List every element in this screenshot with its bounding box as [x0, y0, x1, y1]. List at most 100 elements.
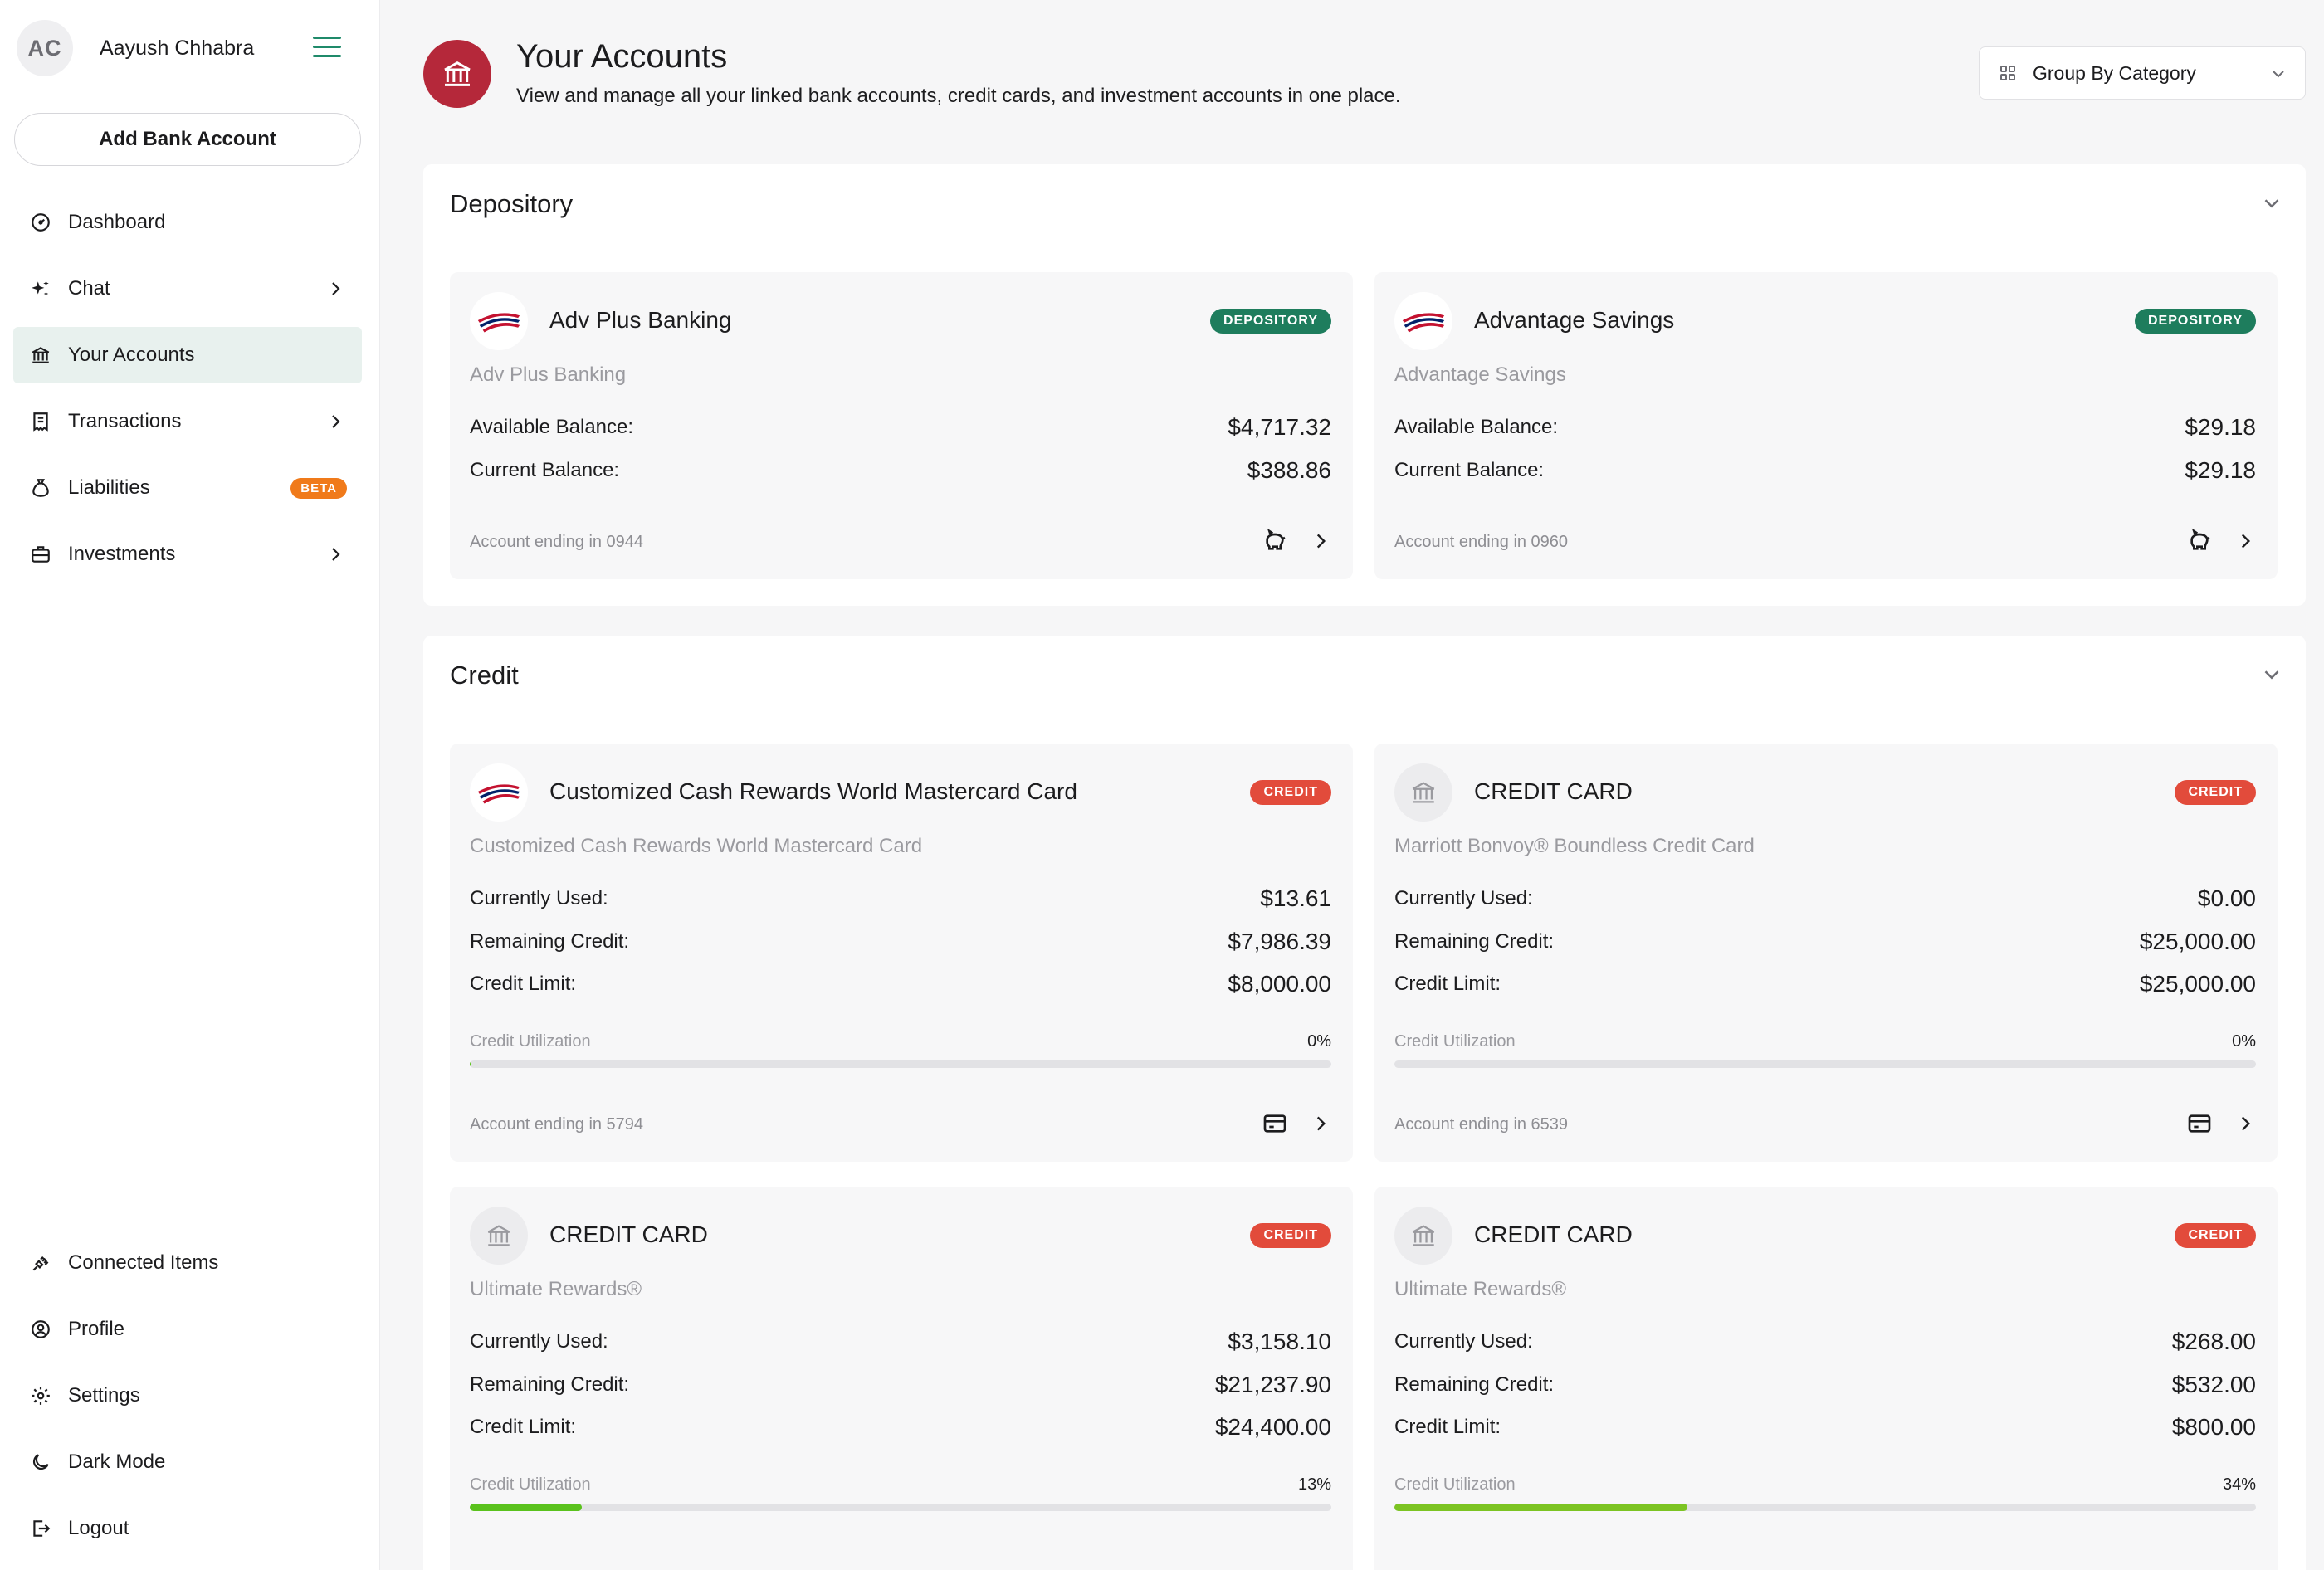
bank-icon [30, 344, 51, 366]
credit-account-card[interactable]: Customized Cash Rewards World Mastercard… [450, 744, 1353, 1162]
row-value: $532.00 [2171, 1372, 2256, 1397]
section-title: Depository [450, 189, 574, 218]
credit-row: Remaining Credit: $21,237.90 [470, 1368, 1331, 1402]
utilization-percent: 34% [2222, 1475, 2256, 1494]
utilization-bar [470, 1504, 1331, 1511]
row-label: Currently Used: [470, 1330, 608, 1353]
chevron-down-icon[interactable] [2259, 191, 2284, 216]
sidebar-item-label: Investments [68, 543, 176, 565]
row-value: $21,237.90 [1214, 1372, 1331, 1397]
row-value: $800.00 [2171, 1414, 2256, 1440]
row-value: $8,000.00 [1228, 971, 1331, 997]
sidebar-item-dark-mode[interactable]: Dark Mode [13, 1434, 362, 1490]
sidebar-item-logout[interactable]: Logout [13, 1500, 362, 1557]
account-ending: Account ending in 6539 [1394, 1115, 1569, 1134]
balance-row: Current Balance: $29.18 [1394, 454, 2256, 487]
balance-row: Available Balance: $4,717.32 [470, 411, 1331, 444]
piggy-bank-icon[interactable] [1262, 528, 1288, 554]
sidebar-item-transactions[interactable]: Transactions [13, 393, 362, 450]
account-name: CREDIT CARD [549, 1221, 708, 1247]
row-value: $0.00 [2197, 885, 2256, 911]
sidebar-item-dashboard[interactable]: Dashboard [13, 194, 362, 251]
row-label: Credit Limit: [470, 973, 577, 995]
receipt-icon [30, 411, 51, 432]
utilization-fill [470, 1504, 582, 1511]
utilization-percent: 13% [1297, 1475, 1331, 1494]
account-type-badge: DEPOSITORY [2134, 309, 2256, 334]
row-label: Remaining Credit: [470, 930, 630, 953]
sidebar-item-connected-items[interactable]: Connected Items [13, 1235, 362, 1291]
bank-of-america-logo-icon [470, 763, 528, 822]
sidebar-item-settings[interactable]: Settings [13, 1368, 362, 1424]
row-label: Current Balance: [1394, 459, 1545, 481]
sidebar-item-investments[interactable]: Investments [13, 526, 362, 583]
credit-account-card[interactable]: CREDIT CARD CREDIT Ultimate Rewards® Cur… [1374, 1187, 2278, 1570]
page-subtitle: View and manage all your linked bank acc… [516, 85, 1401, 107]
depository-section: Depository Adv Plus Banking DEPOSITORY A… [423, 164, 2306, 606]
credit-row: Currently Used: $13.61 [470, 882, 1331, 915]
bank-icon [470, 1207, 528, 1265]
sidebar-item-liabilities[interactable]: Liabilities BETA [13, 460, 362, 516]
row-label: Currently Used: [470, 887, 608, 909]
credit-account-card[interactable]: CREDIT CARD CREDIT Marriott Bonvoy® Boun… [1374, 744, 2278, 1162]
credit-row: Currently Used: $3,158.10 [470, 1325, 1331, 1358]
credit-section: Credit Customized Cash Rewards World Mas… [423, 636, 2306, 1570]
row-value: $4,717.32 [1228, 414, 1331, 440]
credit-card-icon[interactable] [2186, 1110, 2213, 1137]
account-name: Advantage Savings [1474, 307, 1675, 333]
add-bank-account-button[interactable]: Add Bank Account [14, 113, 361, 166]
logout-icon [30, 1518, 51, 1539]
grid-icon [2000, 66, 2015, 80]
money-bag-icon [30, 477, 51, 499]
row-value: $29.18 [2185, 414, 2256, 440]
sidebar-item-label: Dark Mode [68, 1451, 166, 1473]
chevron-right-icon[interactable] [2234, 1113, 2256, 1134]
chevron-right-icon [332, 415, 340, 428]
gear-icon [30, 1385, 51, 1407]
account-type-badge: CREDIT [1250, 1223, 1331, 1248]
utilization-bar [470, 1060, 1331, 1068]
row-label: Currently Used: [1394, 887, 1533, 909]
sidebar-item-chat[interactable]: Chat [13, 261, 362, 317]
account-name: CREDIT CARD [1474, 1221, 1633, 1247]
account-subtitle: Advantage Savings [1394, 363, 1566, 386]
row-value: $13.61 [1260, 885, 1331, 911]
row-value: $7,986.39 [1228, 929, 1331, 954]
group-by-select[interactable]: Group By Category [1979, 46, 2306, 100]
credit-row: Remaining Credit: $25,000.00 [1394, 925, 2256, 958]
account-name: Customized Cash Rewards World Mastercard… [549, 778, 1077, 804]
account-type-badge: CREDIT [2175, 780, 2256, 805]
row-label: Remaining Credit: [470, 1373, 630, 1396]
chevron-right-icon[interactable] [1310, 530, 1331, 552]
row-label: Credit Limit: [1394, 1416, 1501, 1438]
chevron-right-icon[interactable] [1310, 1113, 1331, 1134]
account-card[interactable]: Advantage Savings DEPOSITORY Advantage S… [1374, 272, 2278, 579]
credit-card-icon[interactable] [1262, 1110, 1288, 1137]
sparkles-icon [30, 278, 51, 300]
row-label: Remaining Credit: [1394, 1373, 1555, 1396]
row-label: Currently Used: [1394, 1330, 1533, 1353]
chevron-right-icon[interactable] [2234, 530, 2256, 552]
credit-row: Remaining Credit: $532.00 [1394, 1368, 2256, 1402]
utilization-bar [1394, 1060, 2256, 1068]
utilization-percent: 0% [2232, 1032, 2256, 1051]
sidebar-item-profile[interactable]: Profile [13, 1301, 362, 1358]
utilization-label: Credit Utilization [1394, 1032, 1516, 1051]
account-card[interactable]: Adv Plus Banking DEPOSITORY Adv Plus Ban… [450, 272, 1353, 579]
hamburger-menu-icon[interactable] [313, 37, 343, 61]
credit-row: Credit Limit: $8,000.00 [470, 968, 1331, 1001]
row-value: $268.00 [2171, 1329, 2256, 1354]
row-value: $25,000.00 [2139, 971, 2256, 997]
sidebar-item-label: Connected Items [68, 1251, 219, 1274]
account-type-badge: DEPOSITORY [1209, 309, 1331, 334]
chevron-down-icon[interactable] [2259, 662, 2284, 687]
credit-row: Credit Limit: $25,000.00 [1394, 968, 2256, 1001]
utilization-label: Credit Utilization [1394, 1475, 1516, 1494]
sidebar-item-label: Your Accounts [68, 344, 195, 366]
piggy-bank-icon[interactable] [2186, 528, 2213, 554]
sidebar-item-your-accounts[interactable]: Your Accounts [13, 327, 362, 383]
moon-icon [30, 1451, 51, 1473]
sidebar-item-label: Chat [68, 277, 110, 300]
credit-account-card[interactable]: CREDIT CARD CREDIT Ultimate Rewards® Cur… [450, 1187, 1353, 1570]
account-ending: Account ending in 0960 [1394, 533, 1569, 551]
